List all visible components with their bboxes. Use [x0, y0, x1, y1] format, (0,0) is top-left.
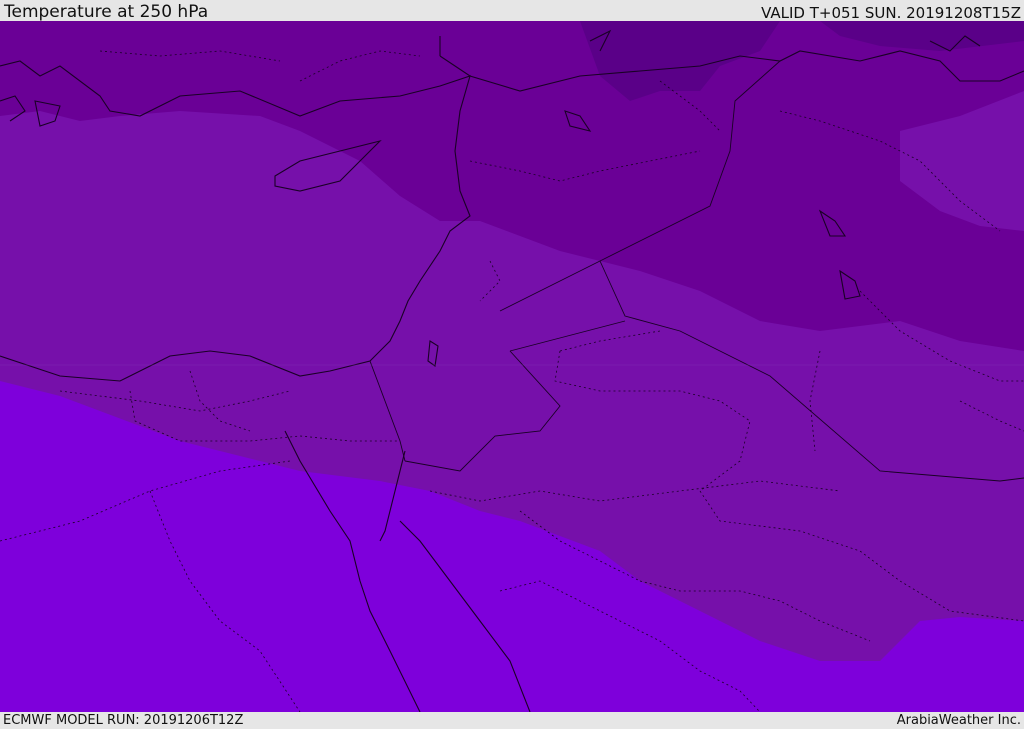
header-bar: Temperature at 250 hPa VALID T+051 SUN. … — [0, 0, 1024, 21]
valid-time: VALID T+051 SUN. 20191208T15Z — [761, 4, 1021, 22]
model-run-label: ECMWF MODEL RUN: 20191206T12Z — [3, 713, 244, 728]
weather-map[interactable] — [0, 21, 1024, 712]
map-title: Temperature at 250 hPa — [4, 2, 209, 22]
credit-label: ArabiaWeather Inc. — [896, 713, 1021, 728]
footer-bar: ECMWF MODEL RUN: 20191206T12Z ArabiaWeat… — [0, 712, 1024, 729]
